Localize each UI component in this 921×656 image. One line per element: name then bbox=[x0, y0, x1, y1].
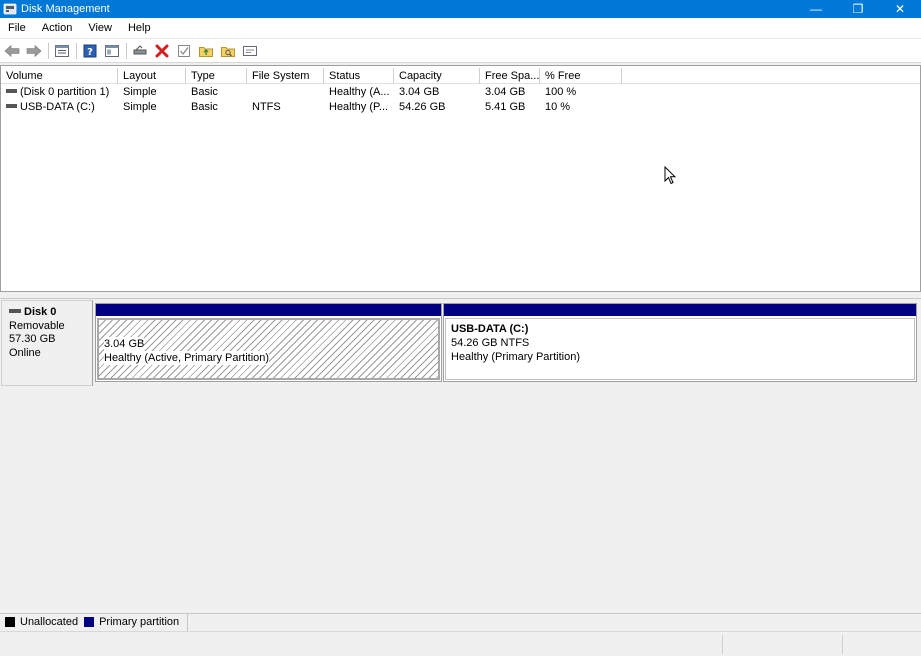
back-arrow-icon bbox=[4, 44, 20, 57]
cell-percent-free: 100 % bbox=[545, 86, 577, 98]
properties-button[interactable] bbox=[53, 42, 71, 60]
menu-bar: File Action View Help bbox=[0, 18, 921, 39]
cell-type: Basic bbox=[191, 86, 218, 98]
folder-search-icon bbox=[221, 46, 235, 57]
forward-arrow-icon bbox=[26, 44, 42, 57]
column-header-status[interactable]: Status bbox=[324, 68, 394, 84]
minimize-icon: — bbox=[810, 2, 822, 16]
menu-view[interactable]: View bbox=[80, 18, 120, 39]
toolbar-separator bbox=[48, 42, 49, 59]
column-header-percent-free[interactable]: % Free bbox=[540, 68, 622, 84]
window-title: Disk Management bbox=[21, 3, 110, 15]
svg-text:?: ? bbox=[87, 47, 93, 58]
restore-icon: ❐ bbox=[852, 2, 864, 16]
console-tree-button[interactable] bbox=[103, 42, 121, 60]
check-button[interactable] bbox=[175, 42, 193, 60]
properties-list-icon bbox=[55, 44, 69, 57]
cell-free-space: 3.04 GB bbox=[485, 86, 526, 98]
column-header-layout[interactable]: Layout bbox=[118, 68, 186, 84]
partition-usb-data[interactable]: USB-DATA (C:) 54.26 GB NTFS Healthy (Pri… bbox=[443, 303, 917, 382]
folder-up-button[interactable] bbox=[197, 42, 215, 60]
drive-info-icon bbox=[243, 45, 257, 56]
disk-state: Online bbox=[9, 346, 41, 359]
menu-file[interactable]: File bbox=[0, 18, 34, 39]
legend-unallocated: Unallocated bbox=[20, 616, 79, 628]
volume-list[interactable]: Volume Layout Type File System Status Ca… bbox=[0, 65, 921, 292]
column-header-type[interactable]: Type bbox=[186, 68, 247, 84]
disk-management-icon bbox=[3, 3, 17, 15]
partition-size: 54.26 GB NTFS bbox=[451, 337, 530, 349]
folder-up-icon bbox=[199, 46, 213, 57]
menu-action[interactable]: Action bbox=[34, 18, 81, 39]
cell-capacity: 54.26 GB bbox=[399, 101, 446, 113]
console-tree-icon bbox=[105, 44, 119, 57]
delete-icon bbox=[155, 44, 169, 57]
disk-icon bbox=[9, 309, 21, 314]
cell-layout: Simple bbox=[123, 101, 157, 113]
disk-name: Disk 0 bbox=[24, 306, 57, 318]
legend: Unallocated Primary partition bbox=[0, 613, 921, 631]
disk-graphical-view: Disk 0 Removable 57.30 GB Online 3.04 GB… bbox=[0, 298, 921, 613]
status-bar bbox=[0, 631, 921, 656]
cell-free-space: 5.41 GB bbox=[485, 101, 526, 113]
delete-button[interactable] bbox=[153, 42, 171, 60]
cell-status: Healthy (P... bbox=[329, 101, 389, 113]
legend-primary-partition: Primary partition bbox=[99, 616, 180, 628]
list-header: Volume Layout Type File System Status Ca… bbox=[1, 68, 920, 84]
table-row[interactable]: USB-DATA (C:) Simple Basic NTFS Healthy … bbox=[1, 100, 920, 115]
partition-body: USB-DATA (C:) 54.26 GB NTFS Healthy (Pri… bbox=[445, 318, 915, 380]
cell-status: Healthy (A... bbox=[329, 86, 390, 98]
cell-volume: (Disk 0 partition 1) bbox=[20, 86, 110, 98]
volume-icon bbox=[6, 104, 17, 109]
disk-0-label[interactable]: Disk 0 Removable 57.30 GB Online bbox=[1, 300, 93, 386]
back-button[interactable] bbox=[3, 42, 21, 60]
column-header-capacity[interactable]: Capacity bbox=[394, 68, 480, 84]
cell-type: Basic bbox=[191, 101, 218, 113]
cell-file-system bbox=[247, 85, 324, 100]
help-icon: ? bbox=[83, 44, 97, 58]
cell-volume: USB-DATA (C:) bbox=[20, 101, 95, 113]
partition-size: 3.04 GB bbox=[104, 337, 145, 351]
connect-drive-icon bbox=[133, 44, 147, 54]
menu-help[interactable]: Help bbox=[120, 18, 159, 39]
close-icon: ✕ bbox=[894, 2, 906, 16]
partition-body: 3.04 GB Healthy (Active, Primary Partiti… bbox=[97, 318, 440, 380]
forward-button[interactable] bbox=[25, 42, 43, 60]
restore-button[interactable]: ❐ bbox=[837, 0, 879, 18]
cell-percent-free: 10 % bbox=[545, 101, 571, 113]
column-header-volume[interactable]: Volume bbox=[1, 68, 118, 84]
unallocated-swatch bbox=[5, 617, 15, 627]
drive-info-button[interactable] bbox=[241, 42, 259, 60]
toolbar-separator bbox=[76, 42, 77, 59]
partition-bar bbox=[96, 304, 441, 316]
mouse-cursor-icon bbox=[664, 166, 676, 185]
folder-search-button[interactable] bbox=[219, 42, 237, 60]
help-button[interactable]: ? bbox=[81, 42, 99, 60]
connect-drive-button[interactable] bbox=[131, 42, 149, 60]
disk-size: 57.30 GB bbox=[9, 333, 56, 345]
cell-layout: Simple bbox=[123, 86, 157, 98]
partition-disk0-1[interactable]: 3.04 GB Healthy (Active, Primary Partiti… bbox=[95, 303, 442, 382]
status-separator bbox=[722, 635, 723, 654]
toolbar: ? bbox=[0, 39, 921, 63]
partition-name bbox=[104, 323, 433, 337]
column-header-file-system[interactable]: File System bbox=[247, 68, 324, 84]
cell-file-system: NTFS bbox=[252, 101, 281, 113]
partition-name: USB-DATA (C:) bbox=[451, 323, 529, 335]
table-row[interactable]: (Disk 0 partition 1) Simple Basic Health… bbox=[1, 85, 920, 100]
check-icon bbox=[178, 44, 190, 57]
close-button[interactable]: ✕ bbox=[879, 0, 921, 18]
status-separator bbox=[842, 635, 843, 654]
column-header-free-space[interactable]: Free Spa... bbox=[480, 68, 540, 84]
cell-capacity: 3.04 GB bbox=[399, 86, 440, 98]
toolbar-separator bbox=[126, 42, 127, 59]
primary-partition-swatch bbox=[84, 617, 95, 627]
minimize-button[interactable]: — bbox=[795, 0, 837, 18]
title-bar: Disk Management — ❐ ✕ bbox=[0, 0, 921, 18]
disk-type: Removable bbox=[9, 319, 65, 332]
partition-bar bbox=[444, 304, 916, 316]
volume-icon bbox=[6, 89, 17, 94]
partition-status: Healthy (Primary Partition) bbox=[451, 351, 580, 363]
partition-status: Healthy (Active, Primary Partition) bbox=[104, 351, 270, 365]
